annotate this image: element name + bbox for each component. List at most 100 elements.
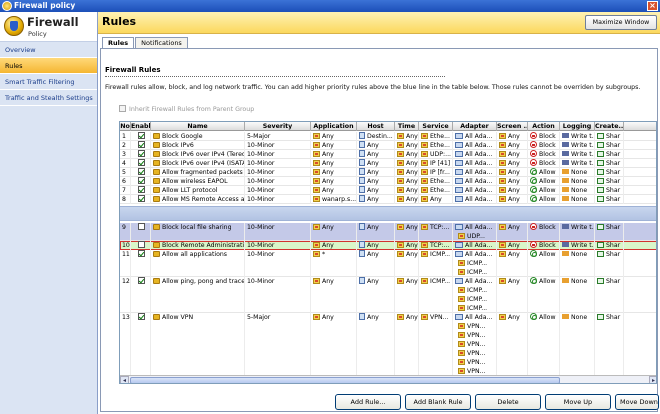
main-panel: Rules Maximize Window Rules Notifications… <box>98 12 660 414</box>
cell-application: Any <box>311 241 357 250</box>
cell-action: Allow <box>528 186 560 195</box>
table-row[interactable]: 13 Allow VPN 5-Major Any Any Any VPN... All Ada… <box>120 313 656 383</box>
sidebar-item-smart-traffic-filtering[interactable]: Smart Traffic Filtering <box>0 74 97 90</box>
cell-text: All Ada... <box>465 133 493 140</box>
cell-text: Block <box>539 242 556 249</box>
sidebar-item-traffic-and-stealth-settings[interactable]: Traffic and Stealth Settings <box>0 90 97 106</box>
enabled-checkbox[interactable] <box>138 250 145 257</box>
screen-icon <box>499 224 506 230</box>
scroll-right-icon[interactable]: ▸ <box>649 376 656 383</box>
column-header-logging[interactable]: Logging <box>560 122 595 131</box>
enabled-checkbox[interactable] <box>138 168 145 175</box>
column-header-adapter[interactable]: Adapter <box>453 122 497 131</box>
cell-enabled[interactable] <box>131 250 151 277</box>
cell-text: Any <box>367 251 379 258</box>
enabled-checkbox[interactable] <box>138 277 145 284</box>
table-row[interactable]: 2 Block IPv6 10-Minor Any Any Any Ethe... All A… <box>120 141 656 150</box>
enabled-checkbox[interactable] <box>138 159 145 166</box>
sidebar-item-overview[interactable]: Overview <box>0 42 97 58</box>
cell-text: All Ada... <box>465 178 493 185</box>
cell-enabled[interactable] <box>131 186 151 195</box>
column-header-name[interactable]: Name <box>151 122 245 131</box>
cell-application: Any <box>311 168 357 177</box>
column-header-create[interactable]: Create... <box>595 122 624 131</box>
enabled-checkbox[interactable] <box>138 223 145 230</box>
column-header-service[interactable]: Service <box>419 122 453 131</box>
time-icon <box>397 278 404 284</box>
cell-text: ICMP... <box>467 305 488 312</box>
cell-screen: Any <box>497 168 528 177</box>
cell-enabled[interactable] <box>131 223 151 241</box>
delete-button[interactable]: Delete <box>475 394 541 410</box>
enabled-checkbox[interactable] <box>138 177 145 184</box>
cell-enabled[interactable] <box>131 141 151 150</box>
enabled-checkbox[interactable] <box>138 186 145 193</box>
scroll-left-icon[interactable]: ◂ <box>120 376 129 383</box>
cell-text: Any <box>430 196 442 203</box>
cell-enabled[interactable] <box>131 168 151 177</box>
cell-text: Any <box>508 251 520 258</box>
create-icon <box>597 133 604 139</box>
service-sub-entry: ICMP... <box>456 268 490 277</box>
table-row[interactable]: 11 Allow all applications 10-Minor * Any Any I… <box>120 250 656 277</box>
cell-enabled[interactable] <box>131 150 151 159</box>
service-sub-entry: ICMP... <box>456 286 490 295</box>
cell-enabled[interactable] <box>131 159 151 168</box>
table-row[interactable]: 8 Allow MS Remote Access an...10-Minor wan… <box>120 195 656 204</box>
host-icon <box>359 141 365 148</box>
scrollbar-thumb[interactable] <box>130 377 560 383</box>
column-header-application[interactable]: Application <box>311 122 357 131</box>
sidebar-item-rules[interactable]: Rules <box>0 58 97 74</box>
cell-enabled[interactable] <box>131 277 151 313</box>
cell-screen: Any <box>497 250 528 277</box>
column-header-time[interactable]: Time <box>395 122 419 131</box>
host-icon <box>359 313 365 320</box>
move-down-button[interactable]: Move Down <box>615 394 659 410</box>
column-header-enabled[interactable]: Enabled <box>131 122 151 131</box>
priority-separator-line[interactable] <box>120 206 656 221</box>
cell-text: Any <box>508 224 520 231</box>
table-row[interactable]: 7 Allow LLT protocol 10-Minor Any Any Any Ethe… <box>120 186 656 195</box>
table-row[interactable]: 4 Block IPv6 over IPv4 (ISATAP) 10-Minor An… <box>120 159 656 168</box>
inherit-rules-checkbox[interactable]: Inherit Firewall Rules from Parent Group <box>119 105 254 113</box>
move-up-button[interactable]: Move Up <box>545 394 611 410</box>
table-row[interactable]: 3 Block IPv6 over IPv4 (Teredo) 10-Minor An… <box>120 150 656 159</box>
column-header-action[interactable]: Action <box>528 122 560 131</box>
column-header-host[interactable]: Host <box>357 122 395 131</box>
close-icon[interactable]: × <box>647 1 658 11</box>
cell-adapter: All Ada... <box>453 132 497 141</box>
add-blank-rule-button[interactable]: Add Blank Rule <box>405 394 471 410</box>
table-row[interactable]: 12 Allow ping, pong and tracert 10-Minor An… <box>120 277 656 313</box>
cell-enabled[interactable] <box>131 195 151 204</box>
horizontal-scrollbar[interactable]: ◂ ▸ <box>120 375 656 383</box>
column-header-severity[interactable]: Severity <box>245 122 311 131</box>
time-icon <box>397 242 404 248</box>
enabled-checkbox[interactable] <box>138 150 145 157</box>
table-row[interactable]: 6 Allow wireless EAPOL 10-Minor Any Any Any Et… <box>120 177 656 186</box>
enabled-checkbox[interactable] <box>138 241 145 248</box>
cell-name: Allow VPN <box>151 313 245 383</box>
add-rule-button[interactable]: Add Rule... <box>335 394 401 410</box>
time-icon <box>397 151 404 157</box>
maximize-window-button[interactable]: Maximize Window <box>585 15 657 30</box>
cell-enabled[interactable] <box>131 241 151 250</box>
enabled-checkbox[interactable] <box>138 313 145 320</box>
enabled-checkbox[interactable] <box>138 132 145 139</box>
table-row[interactable]: 5 Allow fragmented packets 10-Minor Any Any A… <box>120 168 656 177</box>
cell-enabled[interactable] <box>131 313 151 383</box>
column-header-no[interactable]: No <box>120 122 131 131</box>
enabled-checkbox[interactable] <box>138 141 145 148</box>
window-titlebar[interactable]: Firewall policy × <box>0 0 660 12</box>
cell-text: Write t... <box>571 133 595 140</box>
cell-enabled[interactable] <box>131 177 151 186</box>
table-row[interactable]: 10 Block Remote Administration 10-Minor Any… <box>120 241 656 250</box>
adapter-icon <box>455 142 463 148</box>
service-icon <box>458 341 465 347</box>
table-row[interactable]: 1 Block Google 5-Major Any Destin... Any Ethe.… <box>120 132 656 141</box>
table-row[interactable]: 9 Block local file sharing 10-Minor Any Any A… <box>120 223 656 241</box>
column-header-screen[interactable]: Screen ... <box>497 122 528 131</box>
cell-service: Ethe... <box>419 132 453 141</box>
application-icon <box>313 314 320 320</box>
cell-enabled[interactable] <box>131 132 151 141</box>
enabled-checkbox[interactable] <box>138 195 145 202</box>
